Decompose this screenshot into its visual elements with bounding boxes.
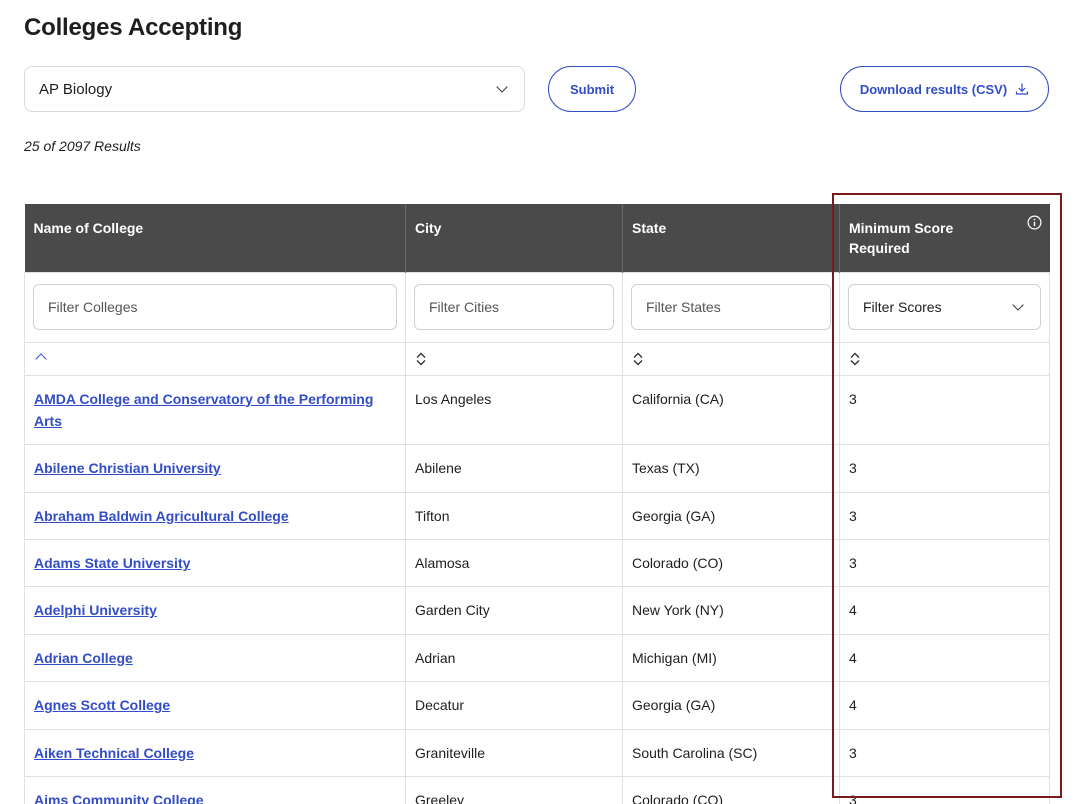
sort-icon[interactable]	[849, 352, 1040, 366]
college-link[interactable]: Adams State University	[34, 555, 190, 571]
score-cell: 3	[839, 444, 1050, 493]
table-row: Abilene Christian University Abilene Tex…	[24, 444, 1050, 493]
college-link[interactable]: Abraham Baldwin Agricultural College	[34, 508, 289, 524]
city-cell: Greeley	[405, 776, 623, 804]
city-cell: Decatur	[405, 681, 623, 730]
info-icon[interactable]	[1027, 215, 1042, 230]
city-cell: Tifton	[405, 491, 623, 541]
header-state: State	[622, 204, 840, 272]
college-link[interactable]: Abilene Christian University	[34, 460, 221, 476]
city-cell: Los Angeles	[405, 374, 623, 446]
score-cell: 3	[839, 776, 1050, 804]
chevron-up-icon[interactable]	[35, 352, 47, 365]
city-cell: Graniteville	[405, 728, 623, 778]
page-title: Colleges Accepting	[24, 14, 243, 41]
state-cell: Michigan (MI)	[622, 633, 840, 683]
state-cell: California (CA)	[622, 374, 840, 446]
chevron-down-icon	[1012, 299, 1024, 311]
filter-cities-input[interactable]: Filter Cities	[414, 284, 614, 330]
table-row: Adrian College Adrian Michigan (MI) 4	[24, 633, 1050, 683]
city-cell: Abilene	[405, 444, 623, 493]
state-cell: Texas (TX)	[622, 444, 840, 493]
state-cell: New York (NY)	[622, 586, 840, 635]
filter-states-input[interactable]: Filter States	[631, 284, 831, 330]
table-row: Adelphi University Garden City New York …	[24, 586, 1050, 635]
state-cell: Colorado (CO)	[622, 539, 840, 588]
score-cell: 3	[839, 374, 1050, 446]
submit-button[interactable]: Submit	[548, 66, 636, 112]
state-cell: Georgia (GA)	[622, 491, 840, 541]
score-cell: 4	[839, 633, 1050, 683]
header-minimum-score-label: Minimum Score Required	[849, 220, 954, 257]
score-cell: 3	[839, 728, 1050, 778]
filter-row: Filter Colleges Filter Cities Filter Sta…	[24, 271, 1050, 343]
subject-select-value: AP Biology	[39, 80, 113, 98]
college-link[interactable]: Aiken Technical College	[34, 745, 194, 761]
subject-select[interactable]: AP Biology	[24, 66, 525, 112]
header-minimum-score: Minimum Score Required	[839, 204, 1050, 272]
table-row: Agnes Scott College Decatur Georgia (GA)…	[24, 681, 1050, 730]
score-cell: 3	[839, 491, 1050, 541]
score-cell: 4	[839, 586, 1050, 635]
sort-row	[24, 341, 1050, 376]
state-cell: South Carolina (SC)	[622, 728, 840, 778]
sort-icon[interactable]	[632, 352, 830, 366]
download-icon	[1016, 83, 1029, 95]
chevron-down-icon	[496, 81, 508, 93]
colleges-table: Name of College City State Minimum Score…	[24, 204, 1050, 804]
college-link[interactable]: Agnes Scott College	[34, 697, 170, 713]
score-cell: 3	[839, 539, 1050, 588]
table-row: Adams State University Alamosa Colorado …	[24, 539, 1050, 588]
college-link[interactable]: Aims Community College	[34, 792, 204, 804]
city-cell: Alamosa	[405, 539, 623, 588]
city-cell: Garden City	[405, 586, 623, 635]
state-cell: Georgia (GA)	[622, 681, 840, 730]
results-count: 25 of 2097 Results	[24, 138, 141, 154]
table-row: Aiken Technical College Graniteville Sou…	[24, 728, 1050, 778]
header-name-of-college: Name of College	[24, 204, 406, 272]
college-link[interactable]: AMDA College and Conservatory of the Per…	[34, 391, 373, 429]
download-button-label: Download results (CSV)	[859, 81, 1008, 97]
state-cell: Colorado (CO)	[622, 776, 840, 804]
header-city: City	[405, 204, 623, 272]
table-row: Aims Community College Greeley Colorado …	[24, 776, 1050, 804]
table-row: AMDA College and Conservatory of the Per…	[24, 374, 1050, 446]
college-link[interactable]: Adrian College	[34, 650, 133, 666]
table-header-row: Name of College City State Minimum Score…	[24, 204, 1050, 272]
filter-scores-select[interactable]: Filter Scores	[848, 284, 1041, 330]
city-cell: Adrian	[405, 633, 623, 683]
score-cell: 4	[839, 681, 1050, 730]
download-csv-button[interactable]: Download results (CSV)	[840, 66, 1049, 112]
filter-colleges-input[interactable]: Filter Colleges	[33, 284, 397, 330]
table-row: Abraham Baldwin Agricultural College Tif…	[24, 491, 1050, 541]
college-link[interactable]: Adelphi University	[34, 602, 157, 618]
sort-icon[interactable]	[415, 352, 613, 366]
filter-scores-value: Filter Scores	[863, 299, 942, 315]
